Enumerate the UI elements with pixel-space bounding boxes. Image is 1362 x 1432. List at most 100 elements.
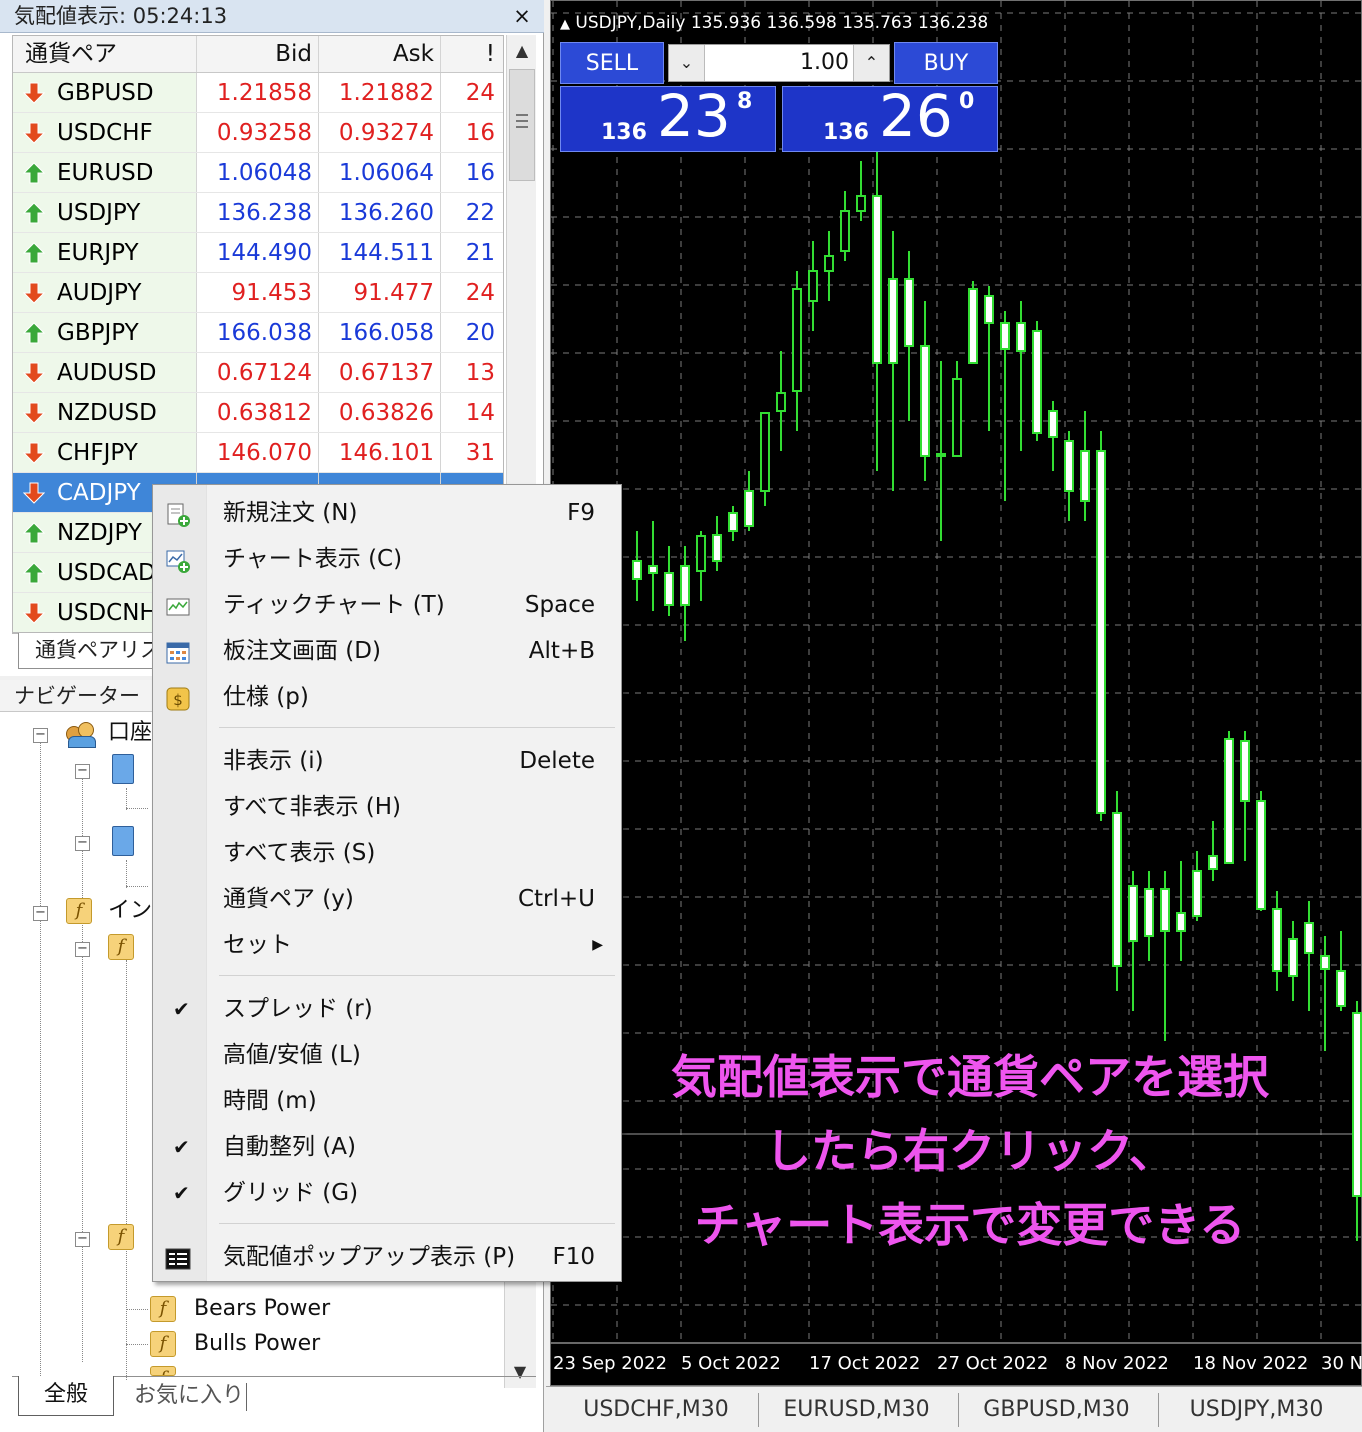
symbol-name: GBPJPY [57,319,139,346]
scrollbar-thumb[interactable] [509,69,535,181]
candle-bear [1240,740,1250,802]
menu-item[interactable]: 高値/安値 (L) [153,1035,621,1075]
chart-tab[interactable]: GBPUSD,M30 [958,1393,1154,1427]
menu-item-label: 自動整列 (A) [223,1134,356,1160]
candle-bear [936,453,946,457]
collapse-trend-icon[interactable]: − [75,942,90,957]
symbol-cell: GBPJPY [13,313,197,352]
candle-bull [696,535,706,572]
checkmark-icon: ✔ [173,997,190,1021]
tree-item-indicators[interactable]: イン [108,896,152,926]
new-order-icon [165,501,191,527]
tree-item-accounts[interactable]: 口座 [108,718,152,748]
arrow-up-icon [23,201,45,223]
chart-tab[interactable]: EURUSD,M30 [758,1393,954,1427]
symbol-cell: USDCHF [13,113,197,152]
tick-chart-icon [165,593,191,619]
menu-item[interactable]: 新規注文 (N) F9 [153,493,621,533]
server-icon [112,826,134,856]
menu-item[interactable]: 非表示 (i) Delete [153,741,621,781]
symbol-name: USDCHF [57,119,153,146]
menu-item[interactable]: チャート表示 (C) [153,539,621,579]
menu-item[interactable]: すべて表示 (S) [153,833,621,873]
depth-of-market-icon [165,639,191,665]
chevron-down-icon[interactable]: ⌄ [669,45,705,81]
ask-cell: 144.511 [319,233,441,272]
symbol-name: EURUSD [57,159,154,186]
one-click-trading-panel: SELL ⌄ 1.00 ⌃ BUY 136 23 8 136 26 0 [560,42,1000,152]
scroll-up-icon[interactable]: ▲ [507,35,537,67]
menu-item-label: 仕様 (p) [223,684,309,710]
spread-cell: 24 [465,80,495,106]
buy-button[interactable]: BUY [894,42,998,84]
table-row[interactable]: CHFJPY 146.070 146.101 31 [13,433,503,473]
tab-general[interactable]: 全般 [18,1376,114,1416]
menu-item[interactable]: 通貨ペア (y) Ctrl+U [153,879,621,919]
table-row[interactable]: AUDUSD 0.67124 0.67137 13 [13,353,503,393]
menu-item[interactable]: 板注文画面 (D) Alt+B [153,631,621,671]
table-row[interactable]: EURUSD 1.06048 1.06064 16 [13,153,503,193]
table-row[interactable]: GBPUSD 1.21858 1.21882 24 [13,73,503,113]
table-row[interactable]: USDCHF 0.93258 0.93274 16 [13,113,503,153]
column-header-bid[interactable]: Bid [197,36,319,72]
collapse-panel-icon[interactable]: ▲ [560,17,570,32]
candle-bear [632,560,642,580]
menu-item[interactable]: ティックチャート (T) Space [153,585,621,625]
table-row[interactable]: USDJPY 136.238 136.260 22 [13,193,503,233]
indicator-folder-icon: f [108,1224,134,1250]
menu-item[interactable]: すべて非表示 (H) [153,787,621,827]
menu-item[interactable]: ✔ スプレッド (r) [153,989,621,1029]
sell-button[interactable]: SELL [560,42,664,84]
symbol-name: CHFJPY [57,439,138,466]
symbol-cell: EURJPY [13,233,197,272]
arrow-down-icon [23,442,45,464]
lot-size-value[interactable]: 1.00 [709,45,849,81]
svg-text:$: $ [173,691,183,709]
table-row[interactable]: AUDJPY 91.453 91.477 24 [13,273,503,313]
table-row[interactable]: EURJPY 144.490 144.511 21 [13,233,503,273]
menu-item[interactable]: ✔ 自動整列 (A) [153,1127,621,1167]
candle-bear [1208,855,1218,870]
sell-price[interactable]: 136 23 8 [560,82,776,152]
menu-item[interactable]: $ 仕様 (p) [153,677,621,717]
menu-item[interactable]: 気配値ポップアップ表示 (P) F10 [153,1237,621,1277]
lot-size-stepper[interactable]: ⌄ 1.00 ⌃ [668,44,890,82]
menu-item[interactable]: 時間 (m) [153,1081,621,1121]
collapse-server-icon[interactable]: − [75,836,90,851]
candle-bear [1336,970,1346,1007]
candle-bear [920,345,930,457]
bid-cell: 0.67124 [197,353,319,392]
symbol-name: USDCNH [57,599,157,626]
chart-tab[interactable]: USDJPY,M30 [1158,1393,1354,1427]
chart-tab[interactable]: USDCHF,M30 [558,1393,754,1427]
candle-bear [872,195,882,364]
spread-cell: 22 [465,200,495,226]
close-icon[interactable]: × [509,0,535,33]
candle-bull [952,378,962,457]
x-tick-label: 5 Oct 2022 [681,1353,781,1374]
menu-item-label: すべて表示 (S) [223,840,376,866]
collapse-oscillators-icon[interactable]: − [75,1232,90,1247]
candle-bull [856,195,866,212]
buy-price[interactable]: 136 26 0 [782,82,998,152]
chevron-up-icon[interactable]: ⌃ [853,45,889,81]
table-row[interactable]: GBPJPY 166.038 166.058 20 [13,313,503,353]
tab-favorites[interactable]: お気に入り [124,1377,254,1417]
collapse-accounts-icon[interactable]: − [33,728,48,743]
bid-cell: 136.238 [197,193,319,232]
table-row[interactable]: NZDUSD 0.63812 0.63826 14 [13,393,503,433]
candle-bear [664,572,674,606]
collapse-server-icon[interactable]: − [75,764,90,779]
column-header-ask[interactable]: Ask [319,36,441,72]
menu-item-shortcut: Alt+B [528,638,595,664]
menu-item-shortcut: Ctrl+U [517,886,595,912]
menu-item-label: スプレッド (r) [223,996,373,1022]
x-tick-label: 23 Sep 2022 [553,1353,667,1374]
tree-item-bulls-power[interactable]: Bulls Power [194,1329,320,1359]
column-header-symbol[interactable]: 通貨ペア [13,36,197,72]
menu-item[interactable]: ✔ グリッド (G) [153,1173,621,1213]
menu-item[interactable]: セット ▶ [153,925,621,965]
collapse-indicators-icon[interactable]: − [33,906,48,921]
tree-item-bears-power[interactable]: Bears Power [194,1294,330,1324]
column-header-spread[interactable]: ! [441,36,503,72]
